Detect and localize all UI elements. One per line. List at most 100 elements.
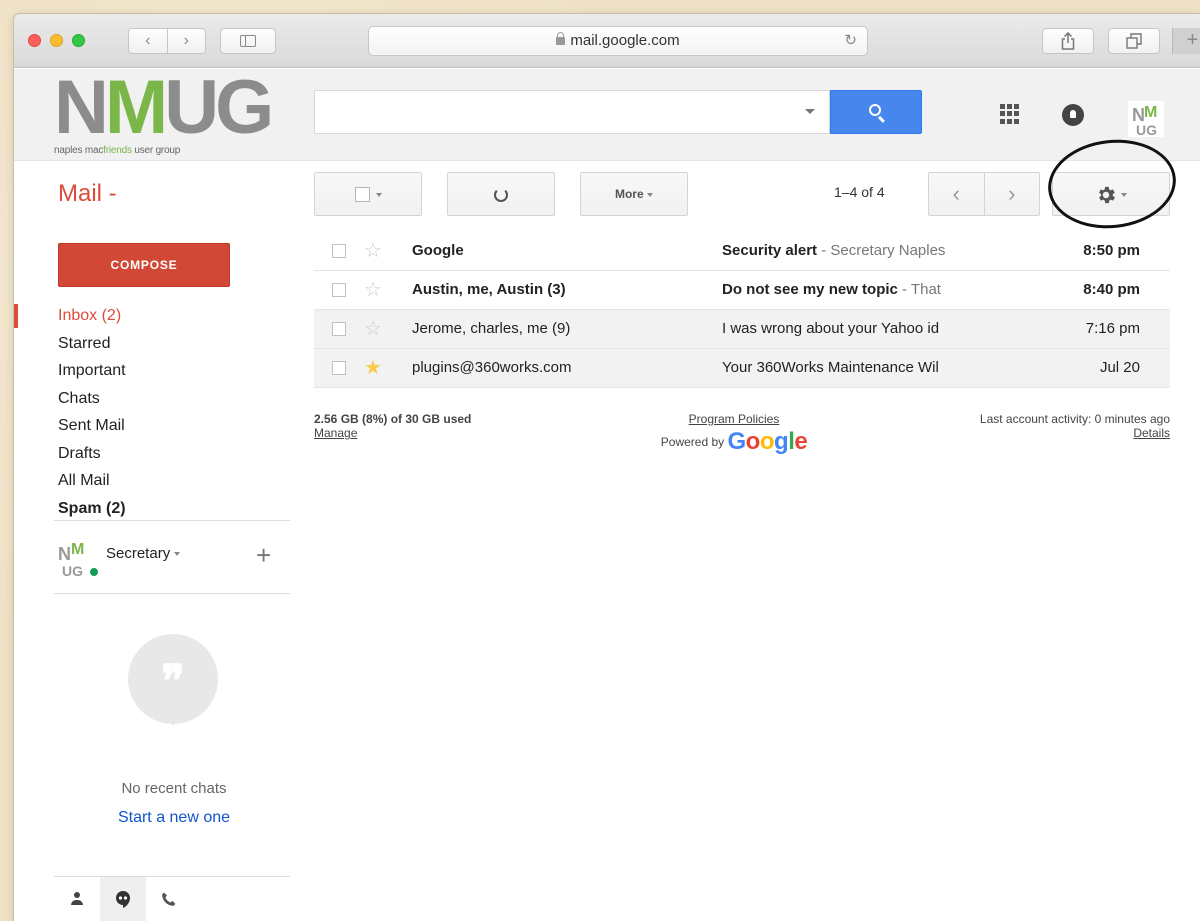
nmug-logo[interactable]: NMUG naples macfriends user group — [54, 70, 274, 159]
chevron-down-icon — [375, 192, 382, 197]
program-policies-link[interactable]: Program Policies — [689, 412, 780, 426]
folder-list: Inbox (2) Starred Important Chats Sent M… — [58, 302, 290, 522]
message-date: 8:50 pm — [1083, 242, 1140, 259]
row-checkbox[interactable] — [332, 244, 346, 258]
tab-hangouts[interactable] — [100, 877, 146, 921]
svg-text:UG: UG — [1136, 122, 1157, 138]
nav-item-inbox[interactable]: Inbox (2) — [58, 302, 290, 330]
more-label: More — [614, 187, 644, 201]
star-icon[interactable]: ★ — [364, 355, 382, 380]
new-tab-button[interactable]: + — [1172, 28, 1200, 54]
svg-text:UG: UG — [62, 563, 83, 579]
tab-phone[interactable] — [146, 877, 192, 921]
sidebar-icon — [240, 34, 256, 47]
share-icon — [1061, 31, 1075, 50]
share-button[interactable] — [1042, 28, 1094, 54]
star-icon[interactable]: ☆ — [364, 316, 382, 341]
manage-storage-link[interactable]: Manage — [314, 426, 357, 440]
gmail-header: NMUG naples macfriends user group N M UG — [14, 69, 1200, 161]
google-logo: Google — [727, 428, 808, 455]
tagline-part-1: naples mac — [54, 145, 104, 156]
compose-button[interactable]: COMPOSE — [58, 243, 230, 287]
search-button[interactable] — [830, 90, 922, 134]
sidebar-toggle-button[interactable] — [220, 28, 276, 54]
last-activity-text: Last account activity: 0 minutes ago — [979, 412, 1170, 426]
address-bar[interactable]: mail.google.com ↻ — [368, 26, 868, 56]
message-subject: I was wrong about your Yahoo id — [722, 320, 1008, 337]
refresh-button[interactable] — [447, 172, 555, 216]
divider — [54, 520, 290, 521]
message-sender: Austin, me, Austin (3) — [412, 281, 566, 298]
new-conversation-button[interactable]: + — [256, 540, 271, 571]
select-checkbox — [354, 187, 370, 203]
person-icon — [70, 891, 84, 906]
divider — [54, 593, 290, 594]
minimize-window-button[interactable] — [50, 34, 63, 47]
row-checkbox[interactable] — [332, 283, 346, 297]
chevron-down-icon — [647, 192, 653, 197]
close-window-button[interactable] — [28, 34, 41, 47]
apps-grid-icon[interactable] — [1000, 104, 1020, 124]
back-button[interactable]: ‹ — [129, 29, 168, 53]
nav-item-sent-mail[interactable]: Sent Mail — [58, 412, 290, 440]
hangouts-quote-icon: ❞ — [128, 634, 218, 726]
message-row[interactable]: ★ plugins@360works.com Your 360Works Mai… — [314, 349, 1170, 388]
notifications-icon[interactable] — [1062, 104, 1084, 126]
newer-button[interactable]: › — [985, 173, 1040, 215]
message-subject: Your 360Works Maintenance Wil — [722, 359, 1008, 376]
more-button[interactable]: More — [580, 172, 688, 216]
activity-details-link[interactable]: Details — [1133, 426, 1170, 440]
message-row[interactable]: ☆ Austin, me, Austin (3) Do not see my n… — [314, 271, 1170, 310]
url-text: mail.google.com — [570, 32, 680, 49]
mail-app-switcher[interactable]: Mail - — [58, 180, 117, 208]
message-date: Jul 20 — [1099, 359, 1140, 376]
chevron-down-icon — [174, 552, 181, 557]
message-row[interactable]: ☆ Google Security alert - Secretary Napl… — [314, 232, 1170, 271]
nav-item-spam[interactable]: Spam (2) — [58, 495, 290, 523]
search-icon — [869, 104, 881, 116]
svg-text:N: N — [58, 544, 71, 564]
powered-by-label: Powered by — [660, 435, 725, 449]
hangouts-user: N M UG Secretary + — [58, 536, 290, 580]
hangouts-user-name[interactable]: Secretary — [106, 545, 181, 562]
active-folder-indicator — [14, 304, 18, 328]
tagline-part-2: friends — [103, 145, 132, 156]
nav-item-starred[interactable]: Starred — [58, 330, 290, 358]
tab-contacts[interactable] — [54, 877, 100, 921]
logo-letters-ug: UG — [164, 65, 274, 150]
hangouts-user-label: Secretary — [106, 545, 171, 562]
start-new-chat-link[interactable]: Start a new one — [58, 809, 290, 827]
search-input[interactable] — [314, 90, 830, 134]
forward-button[interactable]: › — [168, 29, 206, 53]
row-checkbox[interactable] — [332, 322, 346, 336]
subject-text: Security alert — [722, 242, 818, 259]
message-sender: Jerome, charles, me (9) — [412, 320, 571, 337]
select-all-button[interactable] — [314, 172, 422, 216]
svg-text:M: M — [71, 541, 84, 558]
message-date: 7:16 pm — [1085, 320, 1140, 337]
nav-item-important[interactable]: Important — [58, 357, 290, 385]
star-icon[interactable]: ☆ — [364, 277, 382, 302]
lock-icon — [556, 32, 566, 45]
nav-item-chats[interactable]: Chats — [58, 385, 290, 413]
row-checkbox[interactable] — [332, 361, 346, 375]
message-snippet: - That — [897, 281, 941, 298]
nav-item-all-mail[interactable]: All Mail — [58, 467, 290, 495]
account-avatar[interactable]: N M UG — [1126, 99, 1166, 139]
no-chats-message: No recent chats — [121, 780, 227, 797]
browser-toolbar: ‹ › mail.google.com ↻ + — [14, 14, 1200, 68]
logo-letter-m: M — [104, 65, 168, 150]
message-row[interactable]: ☆ Jerome, charles, me (9) I was wrong ab… — [314, 310, 1170, 349]
search-options-chevron-icon[interactable] — [805, 109, 815, 114]
older-button[interactable]: ‹ — [929, 173, 985, 215]
reload-icon[interactable]: ↻ — [844, 27, 857, 55]
logo-letter-n: N — [54, 65, 109, 150]
zoom-window-button[interactable] — [72, 34, 85, 47]
star-icon[interactable]: ☆ — [364, 238, 382, 263]
browser-window: ‹ › mail.google.com ↻ + NMUG naples macf… — [14, 14, 1200, 921]
back-forward-buttons: ‹ › — [128, 28, 206, 54]
subject-text: Do not see my new topic — [722, 281, 898, 298]
nav-item-drafts[interactable]: Drafts — [58, 440, 290, 468]
message-subject: Security alert - Secretary Naples — [722, 242, 1008, 259]
show-tabs-button[interactable] — [1108, 28, 1160, 54]
